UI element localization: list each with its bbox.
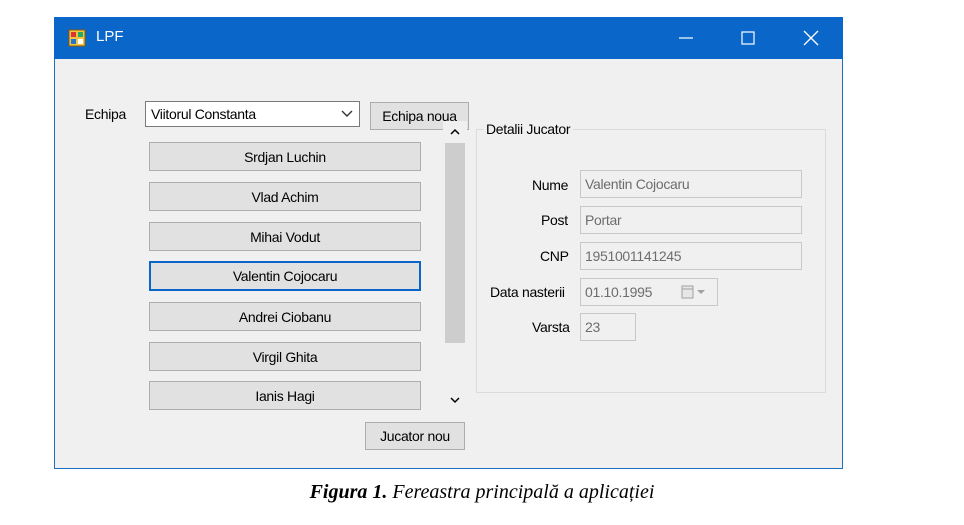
- player-button[interactable]: Vlad Achim: [149, 182, 421, 211]
- birth-date-label: Data nasterii: [490, 284, 565, 300]
- players-scrollbar[interactable]: [443, 121, 467, 411]
- cnp-label: CNP: [540, 248, 569, 264]
- team-label: Echipa: [85, 106, 127, 122]
- player-button-selected[interactable]: Valentin Cojocaru: [149, 261, 421, 291]
- minimize-icon: [679, 37, 693, 39]
- window-title: LPF: [96, 28, 124, 45]
- maximize-button[interactable]: [717, 17, 779, 59]
- player-button[interactable]: Virgil Ghita: [149, 342, 421, 371]
- player-button[interactable]: Ianis Hagi: [149, 381, 421, 410]
- name-field[interactable]: Valentin Cojocaru: [580, 170, 802, 198]
- player-button[interactable]: Andrei Ciobanu: [149, 302, 421, 331]
- scroll-up-icon[interactable]: [449, 127, 461, 137]
- player-button[interactable]: Srdjan Luchin: [149, 142, 421, 171]
- team-select-value: Viitorul Constanta: [151, 106, 256, 122]
- cnp-field[interactable]: 1951001141245: [580, 242, 802, 270]
- app-icon: [68, 29, 86, 47]
- player-button[interactable]: Mihai Vodut: [149, 222, 421, 251]
- close-icon: [803, 30, 819, 46]
- age-field[interactable]: 23: [580, 313, 636, 341]
- details-group-title: Detalii Jucator: [483, 121, 574, 137]
- age-label: Varsta: [532, 319, 570, 335]
- scroll-thumb[interactable]: [445, 143, 465, 343]
- maximize-icon: [741, 31, 755, 45]
- position-field[interactable]: Portar: [580, 206, 802, 234]
- caption-label: Figura 1.: [309, 481, 388, 503]
- minimize-button[interactable]: [655, 17, 717, 59]
- caption-text: Fereastra principală a aplicației: [392, 481, 655, 503]
- client-area: Echipa Viitorul Constanta Echipa noua Sr…: [55, 59, 842, 468]
- main-window: LPF Echipa Viitorul Constanta Echipa nou…: [54, 17, 843, 469]
- scroll-down-icon[interactable]: [449, 395, 461, 405]
- close-button[interactable]: [780, 17, 842, 59]
- calendar-dropdown-icon[interactable]: [681, 285, 711, 299]
- title-bar[interactable]: LPF: [54, 17, 843, 59]
- chevron-down-icon: [341, 110, 353, 117]
- position-label: Post: [541, 212, 568, 228]
- team-select[interactable]: Viitorul Constanta: [145, 101, 360, 127]
- new-player-button[interactable]: Jucator nou: [365, 422, 465, 450]
- name-label: Nume: [532, 177, 569, 193]
- figure-caption: Figura 1. Fereastra principală a aplicaț…: [0, 481, 964, 504]
